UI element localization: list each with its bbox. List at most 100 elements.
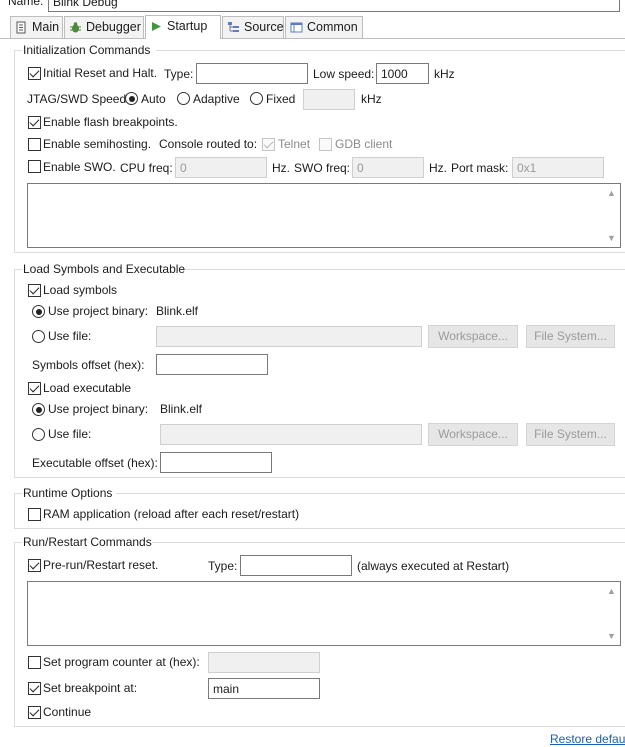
common-icon xyxy=(290,22,303,33)
prerun-reset-checkbox[interactable] xyxy=(28,559,41,572)
reset-type-input[interactable] xyxy=(196,63,308,84)
exec-project-binary-value: Blink.elf xyxy=(160,402,203,416)
set-breakpoint-checkbox[interactable] xyxy=(28,682,41,695)
run-group-border-top xyxy=(152,542,625,543)
symbols-use-file-radio[interactable] xyxy=(32,330,45,343)
port-mask-input[interactable] xyxy=(512,157,604,178)
swo-freq-label: SWO freq: xyxy=(294,161,351,175)
symbols-offset-input[interactable] xyxy=(156,354,268,375)
exec-workspace-button[interactable]: Workspace... xyxy=(428,423,518,446)
runtime-group-border-left xyxy=(14,493,15,528)
symbols-use-file-label: Use file: xyxy=(48,329,92,343)
speed-auto-radio[interactable] xyxy=(125,92,138,105)
gdb-client-label: GDB client xyxy=(335,137,393,151)
init-group-title: Initialization Commands xyxy=(23,43,151,57)
run-group-title: Run/Restart Commands xyxy=(23,535,152,549)
low-speed-label: Low speed: xyxy=(313,67,375,81)
symbols-offset-label: Symbols offset (hex): xyxy=(32,358,145,372)
fixed-speed-input[interactable] xyxy=(303,89,355,110)
speed-fixed-radio[interactable] xyxy=(250,92,263,105)
tab-main-label: Main xyxy=(32,20,60,34)
run-commands-scrollbar[interactable]: ▲ ▼ xyxy=(603,582,620,645)
exec-project-binary-label: Use project binary: xyxy=(48,402,149,416)
tab-debugger[interactable]: Debugger xyxy=(64,16,144,38)
flash-breakpoints-checkbox[interactable] xyxy=(28,116,41,129)
exec-use-file-radio[interactable] xyxy=(32,428,45,441)
set-pc-checkbox[interactable] xyxy=(28,656,41,669)
runtime-group-border-top xyxy=(116,493,625,494)
symbols-file-input[interactable] xyxy=(156,326,422,347)
exec-offset-input[interactable] xyxy=(160,452,272,473)
run-commands-textarea[interactable]: ▲ ▼ xyxy=(27,581,621,646)
load-group-border-left xyxy=(14,269,15,477)
low-speed-input[interactable] xyxy=(376,63,429,84)
tab-debugger-label: Debugger xyxy=(86,20,141,34)
symbols-filesystem-button[interactable]: File System... xyxy=(526,325,615,348)
continue-label: Continue xyxy=(43,705,92,719)
run-group-border-bottom xyxy=(14,726,625,727)
tab-startup[interactable]: Startup xyxy=(145,15,221,39)
exec-project-binary-radio[interactable] xyxy=(32,403,45,416)
prerun-type-input[interactable] xyxy=(240,555,352,576)
low-speed-unit: kHz xyxy=(434,67,455,81)
prerun-reset-label: Pre-run/Restart reset. xyxy=(43,558,159,572)
exec-offset-label: Executable offset (hex): xyxy=(32,456,158,470)
scroll-down-icon[interactable]: ▼ xyxy=(607,234,616,243)
tab-common[interactable]: Common xyxy=(285,16,363,38)
fixed-speed-unit: kHz xyxy=(361,92,382,106)
symbols-workspace-button[interactable]: Workspace... xyxy=(428,325,518,348)
always-executed-note: (always executed at Restart) xyxy=(357,559,510,573)
speed-fixed-label: Fixed xyxy=(266,92,296,106)
run-group-border-left xyxy=(14,542,15,726)
scroll-down-icon[interactable]: ▼ xyxy=(607,632,616,641)
speed-adaptive-radio[interactable] xyxy=(177,92,190,105)
init-group-border-top xyxy=(156,50,625,51)
tab-strip-line xyxy=(0,38,625,39)
load-executable-checkbox[interactable] xyxy=(28,382,41,395)
port-mask-label: Port mask: xyxy=(451,161,509,175)
runtime-group-title: Runtime Options xyxy=(23,486,113,500)
swo-freq-input[interactable] xyxy=(352,157,424,178)
symbols-project-binary-radio[interactable] xyxy=(32,305,45,318)
ram-application-label: RAM application (reload after each reset… xyxy=(43,507,300,521)
tab-source[interactable]: Source xyxy=(222,16,284,38)
continue-checkbox[interactable] xyxy=(28,706,41,719)
semihosting-label: Enable semihosting. xyxy=(43,137,152,151)
swo-checkbox[interactable] xyxy=(28,160,41,173)
telnet-checkbox[interactable] xyxy=(262,138,275,151)
set-pc-input[interactable] xyxy=(208,652,320,673)
speed-adaptive-label: Adaptive xyxy=(193,92,240,106)
exec-filesystem-button[interactable]: File System... xyxy=(526,423,615,446)
semihosting-checkbox[interactable] xyxy=(28,138,41,151)
bug-icon xyxy=(70,22,81,33)
run-group-border-top xyxy=(14,542,22,543)
tab-common-label: Common xyxy=(307,20,358,34)
exec-use-file-label: Use file: xyxy=(48,427,92,441)
cpu-freq-input[interactable] xyxy=(175,157,267,178)
initial-reset-checkbox[interactable] xyxy=(28,67,41,80)
load-group-border-top xyxy=(14,269,22,270)
tab-main[interactable]: Main xyxy=(10,16,63,38)
telnet-label: Telnet xyxy=(278,137,311,151)
prerun-type-label: Type: xyxy=(208,559,238,573)
exec-file-input[interactable] xyxy=(160,424,422,445)
swo-freq-unit: Hz. xyxy=(429,161,447,175)
scroll-up-icon[interactable]: ▲ xyxy=(607,189,616,198)
init-group-border-left xyxy=(14,50,15,252)
jtag-speed-label: JTAG/SWD Speed: xyxy=(27,92,130,106)
load-executable-label: Load executable xyxy=(43,381,132,395)
set-pc-label: Set program counter at (hex): xyxy=(43,655,200,669)
init-commands-scrollbar[interactable]: ▲ ▼ xyxy=(603,184,620,247)
name-input[interactable] xyxy=(48,0,620,12)
initial-reset-label: Initial Reset and Halt. xyxy=(43,66,158,80)
scroll-up-icon[interactable]: ▲ xyxy=(607,587,616,596)
speed-auto-label: Auto xyxy=(141,92,166,106)
gdb-client-checkbox[interactable] xyxy=(319,138,332,151)
load-symbols-checkbox[interactable] xyxy=(28,284,41,297)
init-commands-textarea[interactable]: ▲ ▼ xyxy=(27,183,621,248)
set-breakpoint-input[interactable] xyxy=(208,678,320,699)
tab-source-label: Source xyxy=(244,20,284,34)
swo-label: Enable SWO. xyxy=(43,160,116,174)
set-breakpoint-label: Set breakpoint at: xyxy=(43,681,138,695)
ram-application-checkbox[interactable] xyxy=(28,508,41,521)
